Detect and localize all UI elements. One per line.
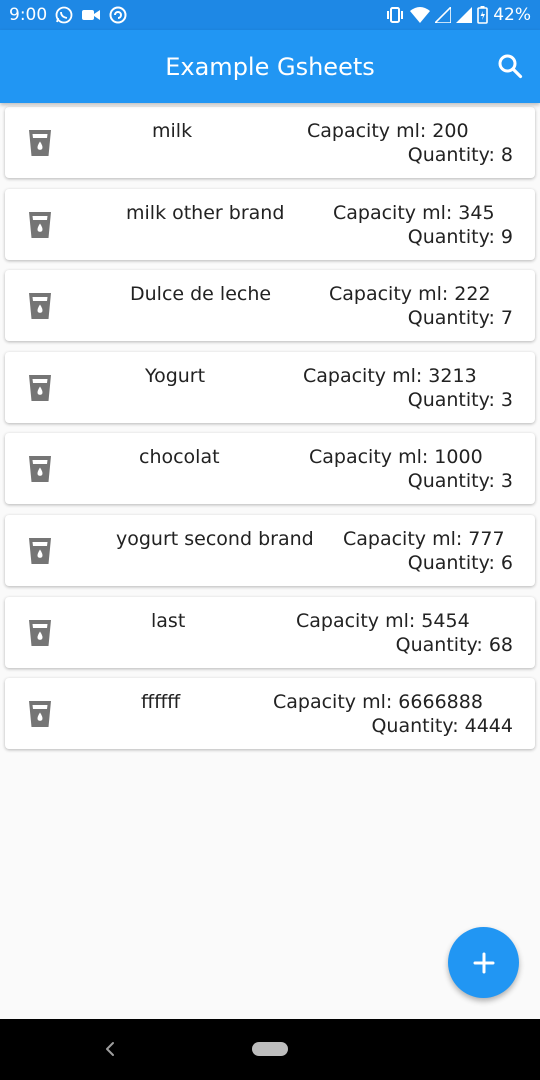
search-button[interactable] bbox=[496, 52, 524, 80]
status-time: 9:00 bbox=[9, 5, 48, 25]
item-capacity: Capacity ml: 6666888 bbox=[273, 691, 483, 714]
item-capacity: Capacity ml: 1000 bbox=[309, 446, 483, 469]
status-bar: 9:00 42% bbox=[0, 0, 540, 30]
system-nav-bar bbox=[0, 1019, 540, 1080]
list-item[interactable]: ffffff Capacity ml: 6666888 Quantity: 44… bbox=[5, 678, 535, 750]
item-quantity: Quantity: 7 bbox=[407, 307, 513, 330]
item-quantity: Quantity: 4444 bbox=[371, 715, 513, 738]
signal-icon bbox=[435, 7, 452, 23]
item-capacity: Capacity ml: 5454 bbox=[296, 609, 470, 632]
list-item[interactable]: milk other brand Capacity ml: 345 Quanti… bbox=[5, 188, 535, 260]
video-camera-icon bbox=[81, 7, 101, 23]
vibrate-icon bbox=[385, 7, 405, 23]
wifi-icon bbox=[410, 7, 431, 23]
add-item-button[interactable] bbox=[448, 927, 519, 998]
item-capacity: Capacity ml: 222 bbox=[329, 283, 491, 306]
item-name: Yogurt bbox=[145, 364, 206, 387]
water-glass-icon bbox=[29, 293, 51, 320]
item-capacity: Capacity ml: 345 bbox=[333, 201, 495, 224]
search-icon bbox=[498, 54, 523, 79]
water-glass-icon bbox=[29, 456, 51, 483]
item-name: last bbox=[151, 609, 186, 632]
sync-icon bbox=[109, 6, 127, 24]
whatsapp-icon bbox=[55, 6, 73, 24]
item-quantity: Quantity: 3 bbox=[407, 388, 513, 411]
water-glass-icon bbox=[29, 374, 51, 401]
item-quantity: Quantity: 8 bbox=[407, 144, 513, 166]
item-name: Dulce de leche bbox=[130, 283, 272, 306]
list-item[interactable]: Dulce de leche Capacity ml: 222 Quantity… bbox=[5, 270, 535, 342]
item-quantity: Quantity: 9 bbox=[407, 225, 513, 248]
item-name: milk bbox=[152, 120, 193, 142]
item-name: milk other brand bbox=[126, 201, 285, 224]
item-name: ffffff bbox=[141, 691, 181, 714]
water-glass-icon bbox=[29, 701, 51, 728]
water-glass-icon bbox=[29, 211, 51, 238]
item-list: milk Capacity ml: 200 Quantity: 8 milk o… bbox=[5, 107, 535, 760]
water-glass-icon bbox=[29, 537, 51, 564]
item-quantity: Quantity: 3 bbox=[407, 470, 513, 493]
list-item[interactable]: Yogurt Capacity ml: 3213 Quantity: 3 bbox=[5, 351, 535, 423]
item-quantity: Quantity: 68 bbox=[395, 633, 513, 656]
list-item[interactable]: milk Capacity ml: 200 Quantity: 8 bbox=[5, 107, 535, 178]
item-capacity: Capacity ml: 3213 bbox=[303, 364, 477, 387]
item-name: yogurt second brand bbox=[116, 527, 314, 550]
water-glass-icon bbox=[29, 130, 51, 156]
battery-icon bbox=[477, 6, 489, 24]
water-glass-icon bbox=[29, 619, 51, 646]
battery-percent: 42% bbox=[493, 5, 531, 25]
item-capacity: Capacity ml: 200 bbox=[307, 120, 469, 142]
list-item[interactable]: chocolat Capacity ml: 1000 Quantity: 3 bbox=[5, 433, 535, 505]
item-name: chocolat bbox=[139, 446, 220, 469]
item-quantity: Quantity: 6 bbox=[407, 551, 513, 574]
app-bar: Example Gsheets bbox=[0, 30, 540, 103]
signal-icon bbox=[456, 7, 473, 23]
list-item[interactable]: yogurt second brand Capacity ml: 777 Qua… bbox=[5, 514, 535, 586]
list-item[interactable]: last Capacity ml: 5454 Quantity: 68 bbox=[5, 596, 535, 668]
plus-icon bbox=[473, 952, 494, 973]
item-capacity: Capacity ml: 777 bbox=[343, 527, 505, 550]
home-pill-icon[interactable] bbox=[252, 1042, 288, 1056]
back-icon[interactable] bbox=[100, 1037, 120, 1061]
page-title: Example Gsheets bbox=[165, 52, 375, 81]
phone-screen: 9:00 42% Example Gsheets milk Capacity m… bbox=[0, 0, 540, 1080]
